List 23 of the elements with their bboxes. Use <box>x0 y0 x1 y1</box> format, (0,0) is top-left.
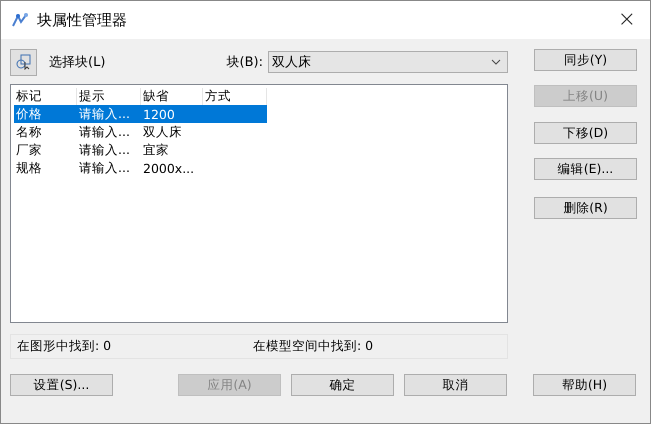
chevron-down-icon <box>491 59 501 65</box>
close-button[interactable]: × <box>614 9 640 31</box>
action-button[interactable]: 删除(R) <box>534 197 637 219</box>
select-block-label: 选择块(L) <box>49 54 106 71</box>
block-label: 块(B): <box>226 54 263 71</box>
attribute-row[interactable]: 价格 请输入... 1200 <box>14 105 267 123</box>
window-title: 块属性管理器 <box>37 10 128 30</box>
attribute-row[interactable]: 厂家 请输入... 宜家 <box>14 141 267 159</box>
attribute-row[interactable]: 名称 请输入... 双人床 <box>14 123 267 141</box>
action-button[interactable]: 下移(D) <box>534 122 637 144</box>
select-block-button[interactable] <box>10 48 37 76</box>
block-cursor-icon <box>16 54 32 70</box>
block-select[interactable]: 双人床 <box>268 51 508 73</box>
dialog-button[interactable]: 取消 <box>404 374 507 396</box>
status-text: 在图形中找到: 0 <box>17 338 112 355</box>
action-button[interactable]: 同步(Y) <box>534 49 637 71</box>
dialog-button[interactable]: 帮助(H) <box>533 374 636 396</box>
action-button[interactable]: 编辑(E)... <box>534 158 637 180</box>
app-icon <box>11 12 29 28</box>
dialog-button[interactable]: 设置(S)... <box>10 374 113 396</box>
dialog-button[interactable]: 确定 <box>291 374 394 396</box>
attribute-row[interactable]: 规格 请输入... 2000x... <box>14 159 267 177</box>
status-text: 在模型空间中找到: 0 <box>253 338 374 355</box>
